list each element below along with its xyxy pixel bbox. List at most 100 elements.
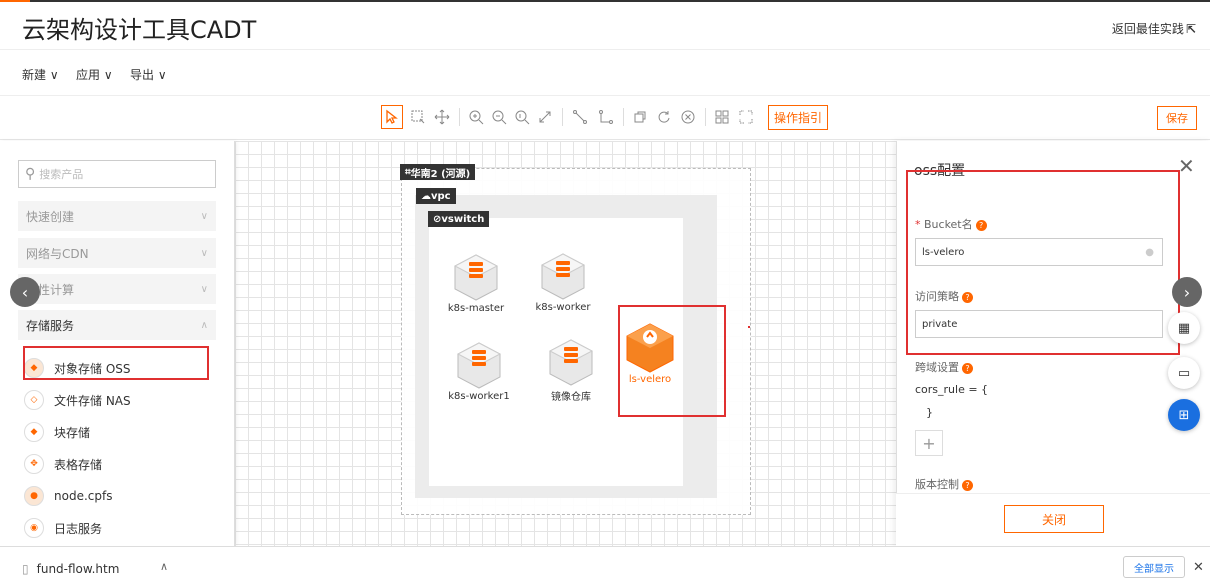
menu-new[interactable]: 新建 ∨ <box>22 66 59 83</box>
zoom-in-icon[interactable] <box>465 105 487 129</box>
guide-button[interactable]: 操作指引 <box>768 105 828 130</box>
vswitch-tag[interactable]: ⊘ vswitch <box>428 211 490 227</box>
next-arrow-icon[interactable]: › <box>1172 277 1202 307</box>
search-placeholder: 搜索产品 <box>39 168 84 181</box>
ecs-icon <box>540 253 586 300</box>
chevron-down-icon: ∨ <box>200 247 208 259</box>
highlight-oss-item <box>23 346 209 380</box>
node-label: k8s-worker1 <box>448 391 510 402</box>
search-icon: ⚲ <box>25 166 36 182</box>
product-label: 日志服务 <box>54 521 103 536</box>
product-label: node.cpfs <box>54 489 113 503</box>
zoom-out-icon[interactable] <box>488 105 510 129</box>
red-marker <box>748 326 750 328</box>
product-nas[interactable]: ◇ 文件存储 NAS <box>24 386 131 414</box>
pan-icon[interactable] <box>431 105 453 129</box>
node-k8s-worker1[interactable]: k8s-worker1 <box>434 341 524 402</box>
node-k8s-master[interactable]: k8s-master <box>431 253 521 314</box>
external-link-icon: ⇱ <box>1185 22 1196 36</box>
close-icon[interactable]: ✕ <box>1178 154 1195 178</box>
cors-label-text: 跨域设置 <box>915 361 959 374</box>
cors-rule-close: } <box>926 406 933 419</box>
link-icon: ⊘ <box>433 213 442 225</box>
help-icon[interactable]: ? <box>962 479 973 491</box>
product-label: 文件存储 NAS <box>54 393 131 408</box>
chevron-up-icon: ∧ <box>200 319 208 331</box>
download-item[interactable]: ▯ fund-flow.htm <box>22 562 119 576</box>
elbow-line-icon[interactable] <box>595 105 617 129</box>
line-tool-icon[interactable] <box>569 105 591 129</box>
table-storage-icon: ✥ <box>24 454 44 474</box>
category-elastic-compute[interactable]: 弹性计算 ∨ <box>18 274 216 304</box>
category-network-cdn[interactable]: 网络与CDN ∨ <box>18 238 216 268</box>
node-label: k8s-worker <box>535 302 591 313</box>
versioning-label-text: 版本控制 <box>915 478 959 491</box>
node-image-registry[interactable]: 镜像仓库 <box>526 338 616 403</box>
chevron-down-icon: ∨ <box>46 68 59 82</box>
back-to-best-practice-link[interactable]: 返回最佳实践 ⇱ <box>1112 20 1196 37</box>
close-button[interactable]: 关闭 <box>1004 505 1104 533</box>
nas-icon: ◇ <box>24 390 44 410</box>
file-icon: ▯ <box>22 562 29 576</box>
product-table-storage[interactable]: ✥ 表格存储 <box>24 450 102 478</box>
product-log-service[interactable]: ◉ 日志服务 <box>24 514 102 542</box>
app-title: 云架构设计工具CADT <box>22 16 257 44</box>
chevron-down-icon: ∨ <box>200 210 208 222</box>
node-label: k8s-master <box>447 303 505 314</box>
qr-code-icon[interactable]: ▦ <box>1168 312 1200 344</box>
cpfs-icon: ● <box>24 486 44 506</box>
vpc-tag[interactable]: ☁ vpc <box>416 188 456 204</box>
fit-screen-icon[interactable] <box>534 105 556 129</box>
product-block-storage[interactable]: ◆ 块存储 <box>24 418 90 446</box>
region-tag[interactable]: ⌗ 华南2 (河源) <box>400 164 476 180</box>
highlight-selected-node <box>618 305 726 417</box>
chevron-down-icon: ∨ <box>200 283 208 295</box>
search-input[interactable]: ⚲ 搜索产品 <box>18 160 216 188</box>
category-label: 网络与CDN <box>26 246 89 261</box>
menu-apply[interactable]: 应用 ∨ <box>76 66 113 83</box>
product-label: 块存储 <box>54 425 91 440</box>
marquee-select-icon[interactable] <box>407 105 429 129</box>
select-tool-icon[interactable] <box>381 105 403 129</box>
fullscreen-icon[interactable] <box>735 105 757 129</box>
cors-rule-open: cors_rule = { <box>915 383 989 396</box>
show-all-button[interactable]: 全部显示 <box>1123 556 1185 578</box>
log-service-icon: ◉ <box>24 518 44 538</box>
region-label: 华南2 (河源) <box>410 168 471 180</box>
category-label: 存储服务 <box>26 318 75 333</box>
menu-apply-label: 应用 <box>76 68 101 82</box>
product-cpfs[interactable]: ● node.cpfs <box>24 482 112 510</box>
chevron-down-icon: ∨ <box>100 68 113 82</box>
prev-arrow-icon[interactable]: ‹ <box>10 277 40 307</box>
zoom-reset-icon[interactable] <box>511 105 533 129</box>
category-quick-create[interactable]: 快速创建 ∨ <box>18 201 216 231</box>
rotate-icon[interactable] <box>653 105 675 129</box>
cloud-icon: ☁ <box>421 190 431 202</box>
versioning-label: 版本控制? <box>915 476 973 492</box>
apps-icon[interactable]: ⊞ <box>1168 399 1200 431</box>
grid-icon[interactable] <box>711 105 733 129</box>
category-storage[interactable]: 存储服务 ∧ <box>18 310 216 340</box>
cors-label: 跨域设置? <box>915 359 973 375</box>
back-link-label: 返回最佳实践 <box>1111 22 1184 36</box>
copy-icon[interactable] <box>629 105 651 129</box>
delete-icon[interactable] <box>677 105 699 129</box>
download-bar <box>0 546 1210 577</box>
container-registry-icon <box>548 339 594 386</box>
node-k8s-worker[interactable]: k8s-worker <box>518 252 608 313</box>
menu-export[interactable]: 导出 ∨ <box>130 66 167 83</box>
ecs-icon <box>456 342 502 389</box>
close-icon[interactable]: ✕ <box>1193 560 1204 575</box>
save-button[interactable]: 保存 <box>1157 106 1197 130</box>
block-storage-icon: ◆ <box>24 422 44 442</box>
category-label: 快速创建 <box>26 209 75 224</box>
chevron-up-icon[interactable]: ∧ <box>160 560 168 573</box>
menubar <box>0 50 1210 96</box>
add-rule-button[interactable]: + <box>915 430 943 456</box>
highlight-panel-fields <box>906 170 1180 355</box>
download-filename: fund-flow.htm <box>36 562 120 576</box>
help-icon[interactable]: ? <box>962 362 973 374</box>
chat-icon[interactable]: ▭ <box>1168 357 1200 389</box>
node-label: 镜像仓库 <box>551 392 591 403</box>
ecs-icon <box>453 254 499 301</box>
